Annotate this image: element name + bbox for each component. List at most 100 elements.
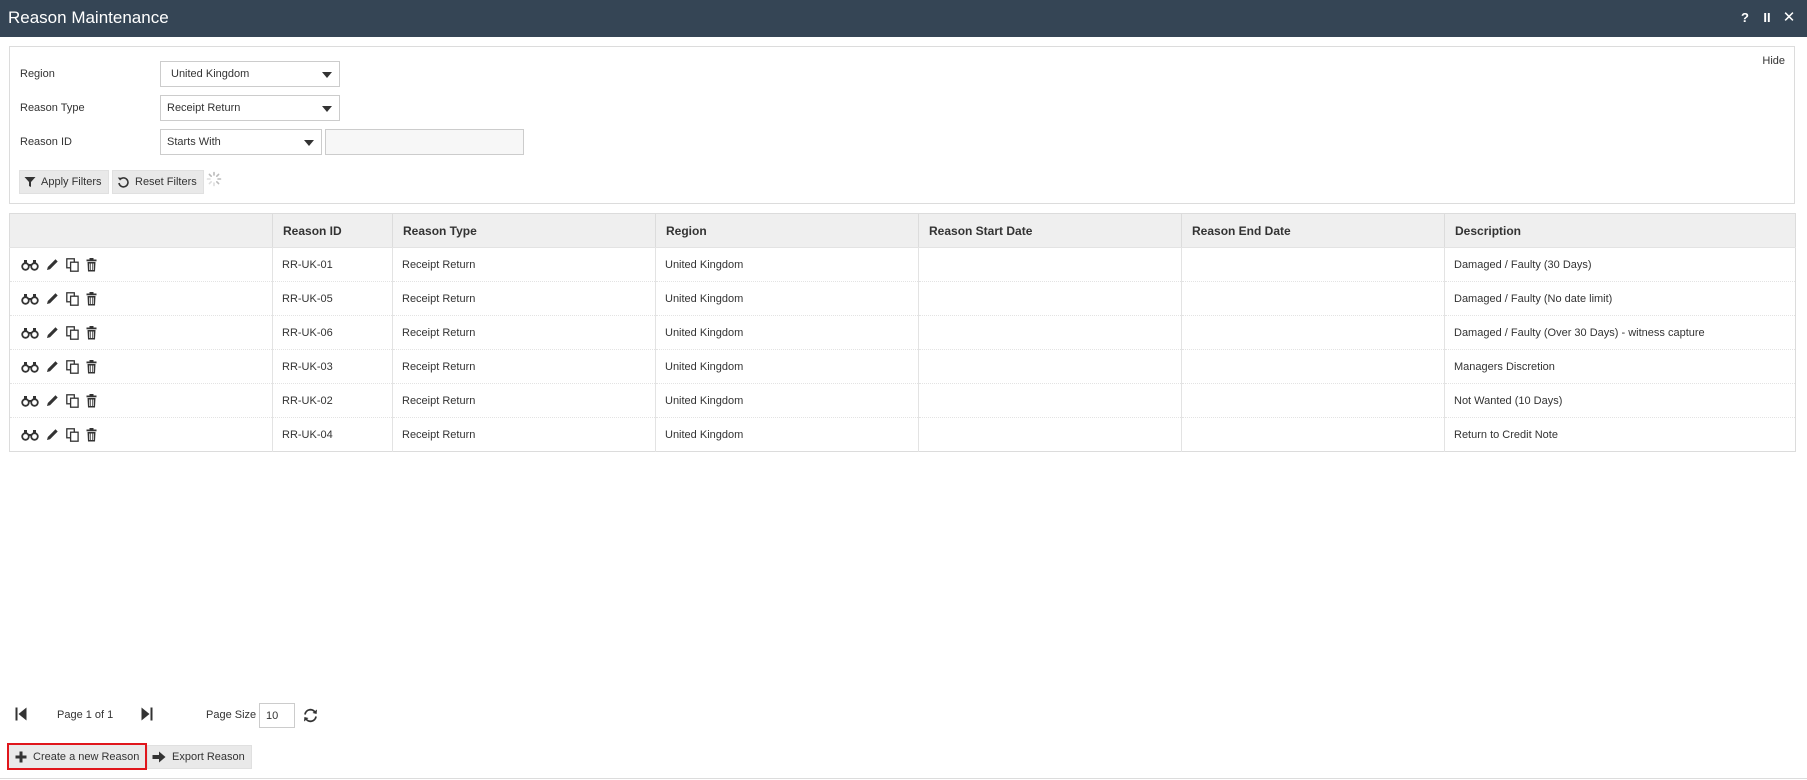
chevron-down-icon bbox=[322, 72, 332, 78]
window-title: Reason Maintenance bbox=[8, 8, 169, 27]
trash-icon[interactable] bbox=[86, 325, 97, 340]
table-row[interactable]: RR-UK-01 Receipt Return United Kingdom Dama… bbox=[9, 247, 1796, 282]
cell-description: Damaged / Faulty (Over 30 Days) - witnes… bbox=[1444, 315, 1796, 350]
pencil-icon[interactable] bbox=[46, 394, 59, 407]
cell-description: Damaged / Faulty (No date limit) bbox=[1444, 281, 1796, 316]
table-row[interactable]: RR-UK-06 Receipt Return United Kingdom Dama… bbox=[9, 315, 1796, 350]
reason-type-select-value: Receipt Return bbox=[167, 102, 241, 114]
reason-id-label: Reason ID bbox=[20, 136, 72, 148]
first-page-icon[interactable] bbox=[15, 707, 27, 721]
page-size-input[interactable] bbox=[259, 703, 295, 728]
filter-panel: Hide Region United Kingdom Reason Type R… bbox=[9, 46, 1795, 204]
cell-region: United Kingdom bbox=[655, 349, 919, 384]
cell-end-date bbox=[1181, 315, 1445, 350]
reset-filters-label: Reset Filters bbox=[135, 176, 197, 188]
trash-icon[interactable] bbox=[86, 359, 97, 374]
trash-icon[interactable] bbox=[86, 257, 97, 272]
cell-region: United Kingdom bbox=[655, 383, 919, 418]
close-icon[interactable]: ✕ bbox=[1780, 8, 1798, 28]
cell-end-date bbox=[1181, 417, 1445, 452]
export-reason-button[interactable]: Export Reason bbox=[147, 745, 252, 769]
column-header-region[interactable]: Region bbox=[655, 213, 919, 248]
cell-reason-type: Receipt Return bbox=[392, 315, 656, 350]
cell-reason-id: RR-UK-03 bbox=[272, 349, 393, 384]
column-header-description[interactable]: Description bbox=[1444, 213, 1796, 248]
pencil-icon[interactable] bbox=[46, 326, 59, 339]
cell-start-date bbox=[918, 315, 1182, 350]
apply-filters-label: Apply Filters bbox=[41, 176, 102, 188]
apply-filters-button[interactable]: Apply Filters bbox=[19, 170, 109, 194]
column-header-start-date[interactable]: Reason Start Date bbox=[918, 213, 1182, 248]
filter-icon bbox=[24, 177, 36, 187]
last-page-icon[interactable] bbox=[141, 707, 153, 721]
title-bar: Reason Maintenance ? II ✕ bbox=[0, 0, 1807, 37]
column-header-end-date[interactable]: Reason End Date bbox=[1181, 213, 1445, 248]
cell-reason-id: RR-UK-04 bbox=[272, 417, 393, 452]
cell-start-date bbox=[918, 349, 1182, 384]
pause-icon[interactable]: II bbox=[1758, 8, 1776, 28]
binoculars-icon[interactable] bbox=[21, 293, 39, 305]
column-header-reason-id[interactable]: Reason ID bbox=[272, 213, 393, 248]
binoculars-icon[interactable] bbox=[21, 429, 39, 441]
page-size-label: Page Size bbox=[206, 709, 257, 721]
hide-filters-link[interactable]: Hide bbox=[1762, 55, 1785, 67]
binoculars-icon[interactable] bbox=[21, 395, 39, 407]
cell-end-date bbox=[1181, 281, 1445, 316]
arrow-right-icon bbox=[152, 751, 166, 763]
copy-icon[interactable] bbox=[66, 291, 79, 306]
column-header-reason-type[interactable]: Reason Type bbox=[392, 213, 656, 248]
cell-end-date bbox=[1181, 247, 1445, 282]
table-row[interactable]: RR-UK-05 Receipt Return United Kingdom Dama… bbox=[9, 281, 1796, 316]
row-actions bbox=[9, 315, 273, 350]
cell-region: United Kingdom bbox=[655, 247, 919, 282]
table-row[interactable]: RR-UK-03 Receipt Return United Kingdom Mana… bbox=[9, 349, 1796, 384]
loading-spinner-icon bbox=[206, 171, 222, 187]
region-select[interactable]: United Kingdom bbox=[160, 61, 340, 87]
binoculars-icon[interactable] bbox=[21, 361, 39, 373]
region-select-value: United Kingdom bbox=[171, 68, 250, 80]
chevron-down-icon bbox=[304, 140, 314, 146]
refresh-icon[interactable] bbox=[303, 708, 318, 723]
region-label: Region bbox=[20, 68, 55, 80]
cell-reason-type: Receipt Return bbox=[392, 349, 656, 384]
row-actions bbox=[9, 383, 273, 418]
copy-icon[interactable] bbox=[66, 359, 79, 374]
page-indicator: Page 1 of 1 bbox=[57, 709, 114, 721]
reasons-table: Reason ID Reason Type Region Reason Star… bbox=[9, 213, 1796, 452]
help-icon[interactable]: ? bbox=[1736, 8, 1754, 28]
cell-reason-type: Receipt Return bbox=[392, 417, 656, 452]
reset-filters-button[interactable]: Reset Filters bbox=[112, 170, 204, 194]
trash-icon[interactable] bbox=[86, 393, 97, 408]
pencil-icon[interactable] bbox=[46, 258, 59, 271]
copy-icon[interactable] bbox=[66, 427, 79, 442]
cell-description: Damaged / Faulty (30 Days) bbox=[1444, 247, 1796, 282]
cell-start-date bbox=[918, 417, 1182, 452]
cell-reason-type: Receipt Return bbox=[392, 383, 656, 418]
create-new-reason-label: Create a new Reason bbox=[33, 750, 140, 763]
cell-region: United Kingdom bbox=[655, 281, 919, 316]
binoculars-icon[interactable] bbox=[21, 327, 39, 339]
reason-type-select[interactable]: Receipt Return bbox=[160, 95, 340, 121]
trash-icon[interactable] bbox=[86, 427, 97, 442]
copy-icon[interactable] bbox=[66, 257, 79, 272]
create-new-reason-button[interactable]: Create a new Reason bbox=[7, 743, 148, 770]
copy-icon[interactable] bbox=[66, 325, 79, 340]
binoculars-icon[interactable] bbox=[21, 259, 39, 271]
pencil-icon[interactable] bbox=[46, 292, 59, 305]
cell-reason-type: Receipt Return bbox=[392, 281, 656, 316]
cell-description: Not Wanted (10 Days) bbox=[1444, 383, 1796, 418]
cell-reason-id: RR-UK-05 bbox=[272, 281, 393, 316]
pencil-icon[interactable] bbox=[46, 428, 59, 441]
copy-icon[interactable] bbox=[66, 393, 79, 408]
trash-icon[interactable] bbox=[86, 291, 97, 306]
table-row[interactable]: RR-UK-02 Receipt Return United Kingdom Not … bbox=[9, 383, 1796, 418]
reason-id-operator-select[interactable]: Starts With bbox=[160, 129, 322, 155]
cell-reason-id: RR-UK-02 bbox=[272, 383, 393, 418]
column-header-actions bbox=[9, 213, 273, 248]
reason-id-input[interactable] bbox=[325, 129, 524, 155]
row-actions bbox=[9, 417, 273, 452]
table-row[interactable]: RR-UK-04 Receipt Return United Kingdom Retu… bbox=[9, 417, 1796, 452]
pencil-icon[interactable] bbox=[46, 360, 59, 373]
reason-id-operator-value: Starts With bbox=[167, 136, 221, 148]
row-actions bbox=[9, 281, 273, 316]
